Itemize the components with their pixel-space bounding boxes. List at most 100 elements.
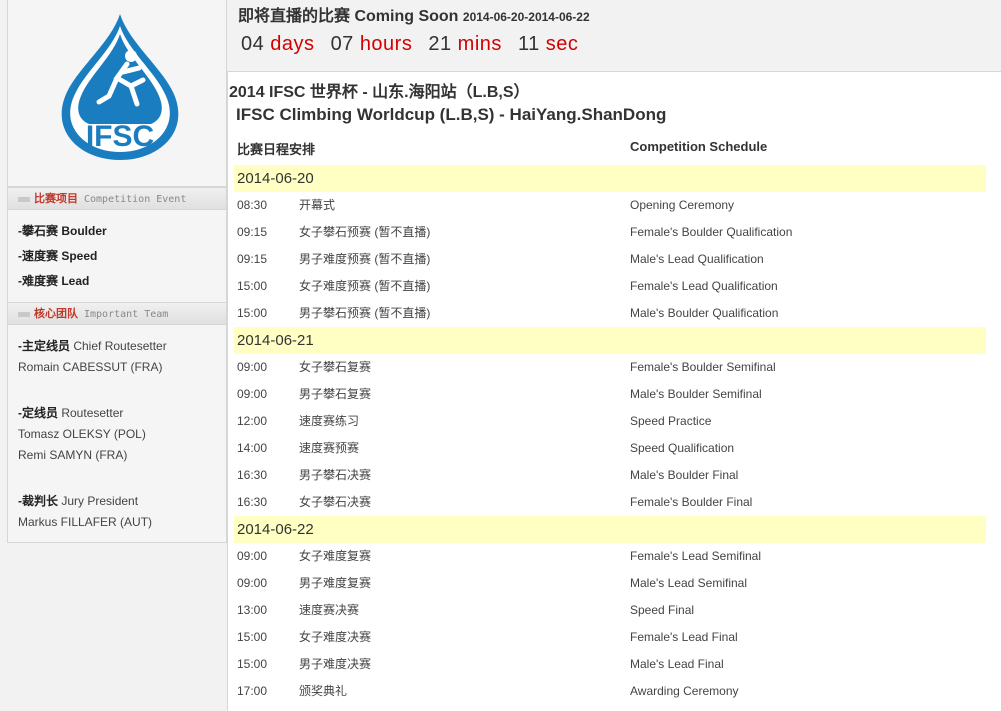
countdown-hours-label: hours: [359, 33, 413, 55]
schedule-header-cn: 比赛日程安排: [237, 142, 316, 157]
team-role-en: Chief Routesetter: [73, 339, 167, 353]
event-section-header: 比赛项目 Competition Event: [8, 187, 226, 210]
schedule-time: 15:00: [237, 630, 268, 644]
event-title-en: IFSC Climbing Worldcup (L.B,S) - HaiYang…: [236, 105, 667, 124]
schedule-time: 09:15: [237, 225, 268, 239]
schedule-event-cn: 男子攀石决赛: [299, 468, 372, 482]
schedule-event-en: Male's Lead Qualification: [630, 252, 764, 266]
schedule-row: 09:00 女子难度复赛 Female's Lead Semifinal: [237, 543, 987, 570]
team-role-en: Jury President: [61, 494, 139, 508]
schedule-row: 12:00 速度赛练习 Speed Practice: [237, 408, 987, 435]
countdown-secs: 11: [517, 33, 540, 55]
schedule-time: 09:00: [237, 576, 268, 590]
team-section-header: 核心团队 Important Team: [8, 302, 226, 325]
schedule-row: 17:00 颁奖典礼 Awarding Ceremony: [237, 678, 987, 705]
team-role-routesetter: -定线员 Routesetter: [18, 404, 123, 421]
schedule-time: 15:00: [237, 306, 268, 320]
schedule-time: 09:00: [237, 549, 268, 563]
schedule-time: 09:15: [237, 252, 268, 266]
schedule-time: 13:00: [237, 603, 268, 617]
schedule-time: 09:00: [237, 360, 268, 374]
schedule-date-header: 2014-06-20: [234, 165, 986, 192]
schedule-header-en: Competition Schedule: [630, 139, 768, 154]
schedule-row: 15:00 女子难度决赛 Female's Lead Final: [237, 624, 987, 651]
schedule-event-en: Male's Lead Final: [630, 657, 724, 671]
schedule-event-cn: 开幕式: [299, 198, 336, 212]
schedule-event-cn: 男子难度复赛: [299, 576, 372, 590]
schedule-event-cn: 速度赛练习: [299, 414, 360, 428]
schedule-row: 09:15 男子难度预赛 (暂不直播) Male's Lead Qualificat…: [237, 246, 987, 273]
team-role-cn: -裁判长: [18, 494, 58, 508]
countdown-title: 即将直播的比赛 Coming Soon 2014-06-20-2014-06-2…: [238, 2, 590, 26]
ifsc-logo-icon: IFSC: [61, 14, 179, 160]
event-section-title-cn: 比赛项目: [34, 193, 78, 205]
event-title-cn: 2014 IFSC 世界杯 - 山东.海阳站（L.B,S）: [229, 84, 530, 101]
schedule-event-cn: 女子攀石决赛: [299, 495, 372, 509]
schedule-panel: 2014 IFSC 世界杯 - 山东.海阳站（L.B,S） IFSC Climb…: [227, 71, 1001, 711]
schedule-event-cn: 女子攀石复赛: [299, 360, 372, 374]
schedule-event-en: Female's Lead Final: [630, 630, 738, 644]
countdown-heading: 即将直播的比赛 Coming Soon: [238, 8, 459, 25]
schedule-event-cn: 颁奖典礼: [299, 684, 348, 698]
countdown-timer: 04 days 07 hours 21 mins 11 sec: [241, 33, 588, 56]
event-link-boulder[interactable]: -攀石赛 Boulder: [18, 222, 107, 239]
team-section-title-cn: 核心团队: [34, 308, 78, 320]
schedule-time: 09:00: [237, 387, 268, 401]
schedule-time: 15:00: [237, 279, 268, 293]
schedule-time: 15:00: [237, 657, 268, 671]
schedule-row: 13:00 速度赛决赛 Speed Final: [237, 597, 987, 624]
schedule-event-en: Speed Qualification: [630, 441, 735, 455]
schedule-row: 09:00 女子攀石复赛 Female's Boulder Semifinal: [237, 354, 987, 381]
schedule-row: 16:30 女子攀石决赛 Female's Boulder Final: [237, 489, 987, 516]
team-role-jury-president: -裁判长 Jury President: [18, 492, 138, 509]
schedule-time: 08:30: [237, 198, 268, 212]
schedule-event-en: Awarding Ceremony: [630, 684, 739, 698]
schedule-event-en: Female's Lead Qualification: [630, 279, 778, 293]
schedule-event-en: Speed Final: [630, 603, 695, 617]
team-role-cn: -主定线员: [18, 339, 70, 353]
schedule-row: 09:00 男子攀石复赛 Male's Boulder Semifinal: [237, 381, 987, 408]
team-role-chief-routesetter: -主定线员 Chief Routesetter: [18, 337, 167, 354]
schedule-event-en: Male's Lead Semifinal: [630, 576, 748, 590]
schedule-event-cn: 女子攀石预赛 (暂不直播): [299, 225, 431, 239]
schedule-row: 15:00 男子攀石预赛 (暂不直播) Male's Boulder Qualifi…: [237, 300, 987, 327]
schedule-event-cn: 男子难度决赛: [299, 657, 372, 671]
schedule-event-cn: 男子攀石预赛 (暂不直播): [299, 306, 431, 320]
schedule-row: 15:00 男子难度决赛 Male's Lead Final: [237, 651, 987, 678]
schedule-time: 17:00: [237, 684, 268, 698]
schedule-time: 12:00: [237, 414, 268, 428]
event-link-speed[interactable]: -速度赛 Speed: [18, 247, 97, 264]
schedule-event-cn: 男子攀石复赛: [299, 387, 372, 401]
team-role-cn: -定线员: [18, 406, 58, 420]
countdown-secs-label: sec: [545, 33, 579, 55]
schedule-event-en: Opening Ceremony: [630, 198, 735, 212]
event-link-lead[interactable]: -难度赛 Lead: [18, 272, 89, 289]
schedule-row: 14:00 速度赛预赛 Speed Qualification: [237, 435, 987, 462]
countdown-date-range: 2014-06-20-2014-06-22: [462, 10, 590, 24]
countdown-days: 04: [241, 33, 265, 55]
team-section-title-en: Important Team: [84, 309, 169, 320]
ifsc-logo[interactable]: IFSC: [8, 0, 226, 187]
schedule-event-cn: 女子难度决赛: [299, 630, 372, 644]
schedule-row: 09:15 女子攀石预赛 (暂不直播) Female's Boulder Quali…: [237, 219, 987, 246]
schedule-row: 08:30 开幕式 Opening Ceremony: [237, 192, 987, 219]
team-member: Romain CABESSUT (FRA): [18, 360, 163, 374]
schedule-event-en: Female's Boulder Qualification: [630, 225, 793, 239]
team-member: Markus FILLAFER (AUT): [18, 515, 153, 529]
schedule-event-en: Speed Practice: [630, 414, 712, 428]
schedule-event-cn: 男子难度预赛 (暂不直播): [299, 252, 431, 266]
schedule-event-cn: 女子难度复赛: [299, 549, 372, 563]
bullet-bar-icon: [18, 311, 30, 317]
countdown-hours: 07: [330, 33, 354, 55]
schedule-event-cn: 速度赛决赛: [299, 603, 360, 617]
countdown-days-label: days: [270, 33, 315, 55]
schedule-time: 14:00: [237, 441, 268, 455]
schedule-event-cn: 速度赛预赛: [299, 441, 360, 455]
svg-text:IFSC: IFSC: [86, 120, 154, 153]
schedule-row: 09:00 男子难度复赛 Male's Lead Semifinal: [237, 570, 987, 597]
schedule-date-header: 2014-06-22: [234, 516, 986, 543]
schedule-event-en: Female's Boulder Semifinal: [630, 360, 776, 374]
sidebar: IFSC 比赛项目 Competition Event -攀石赛 Boulder …: [7, 0, 227, 543]
schedule-event-en: Male's Boulder Final: [630, 468, 739, 482]
event-section-title-en: Competition Event: [84, 194, 187, 205]
